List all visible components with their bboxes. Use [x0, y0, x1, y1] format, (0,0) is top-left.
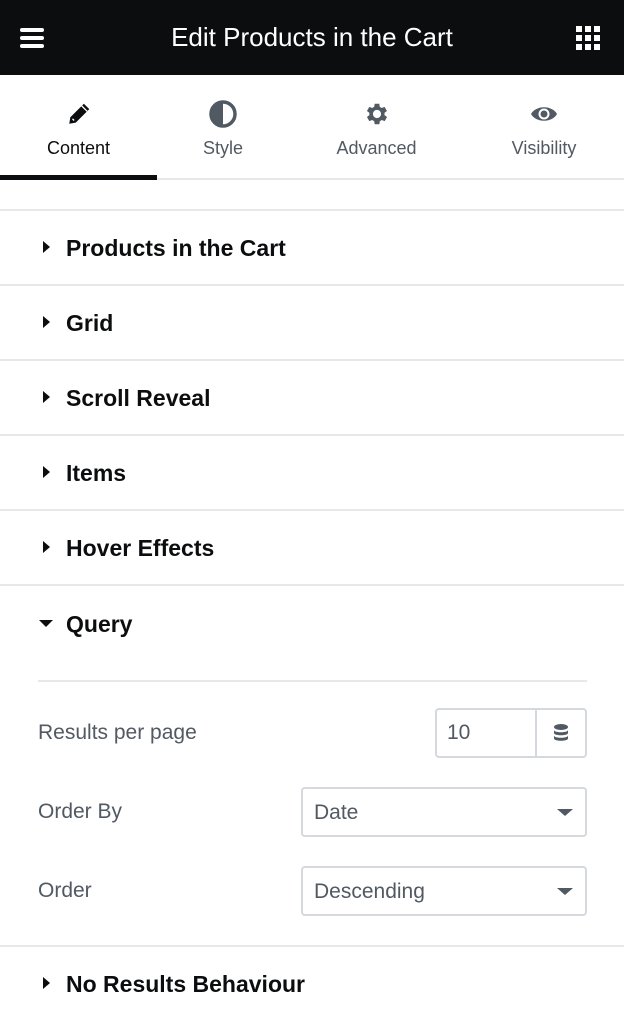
divider — [38, 680, 587, 682]
gear-icon — [362, 99, 392, 129]
caret-right-icon — [43, 241, 50, 253]
section-query: Query Results per page Order By Date Ord… — [0, 587, 624, 947]
tab-content[interactable]: Content — [0, 75, 157, 180]
section-no-results-behaviour[interactable]: No Results Behaviour — [0, 947, 624, 1022]
section-items[interactable]: Items — [0, 436, 624, 511]
results-per-page-label: Results per page — [38, 721, 197, 744]
half-circle-contrast-icon — [208, 99, 238, 129]
section-hover-effects[interactable]: Hover Effects — [0, 511, 624, 586]
tab-style[interactable]: Style — [157, 75, 289, 178]
section-title: Items — [66, 460, 127, 486]
section-grid[interactable]: Grid — [0, 286, 624, 361]
section-scroll-reveal[interactable]: Scroll Reveal — [0, 361, 624, 436]
tab-advanced[interactable]: Advanced — [289, 75, 464, 178]
section-query-header[interactable]: Query — [0, 587, 624, 662]
tab-style-label: Style — [202, 138, 244, 158]
order-label: Order — [38, 879, 92, 902]
database-icon — [554, 724, 568, 741]
editor-header: Edit Products in the Cart — [0, 0, 624, 75]
order-by-label: Order By — [38, 800, 123, 823]
results-per-page-input[interactable] — [437, 710, 537, 756]
caret-right-icon — [43, 977, 50, 989]
order-value: Descending — [314, 880, 425, 903]
section-title: Products in the Cart — [66, 235, 286, 261]
chevron-down-icon — [557, 888, 573, 895]
chevron-down-icon — [557, 809, 573, 816]
section-products-in-the-cart[interactable]: Products in the Cart — [0, 211, 624, 286]
panel-tabs: Content Style Advanced Visibility — [0, 75, 624, 180]
caret-right-icon — [43, 316, 50, 328]
tab-visibility-label: Visibility — [511, 138, 577, 158]
section-title: Hover Effects — [66, 535, 215, 561]
section-title: Query — [66, 611, 133, 637]
pencil-icon — [64, 99, 94, 129]
section-title: Scroll Reveal — [66, 385, 211, 411]
grid-apps-icon[interactable] — [576, 26, 600, 50]
order-by-select[interactable]: Date — [301, 787, 587, 837]
order-select[interactable]: Descending — [301, 866, 587, 916]
eye-icon — [529, 99, 559, 129]
results-per-page-control — [435, 708, 587, 758]
caret-right-icon — [43, 466, 50, 478]
tab-content-label: Content — [46, 138, 111, 158]
order-by-value: Date — [314, 801, 359, 824]
caret-right-icon — [43, 541, 50, 553]
dynamic-tags-button[interactable] — [537, 710, 585, 756]
caret-right-icon — [43, 391, 50, 403]
caret-down-icon — [39, 620, 53, 627]
tab-visibility[interactable]: Visibility — [464, 75, 624, 178]
panel-title: Edit Products in the Cart — [171, 22, 453, 52]
tab-advanced-label: Advanced — [336, 138, 417, 158]
section-title: Grid — [66, 310, 114, 336]
section-title: No Results Behaviour — [66, 971, 305, 997]
